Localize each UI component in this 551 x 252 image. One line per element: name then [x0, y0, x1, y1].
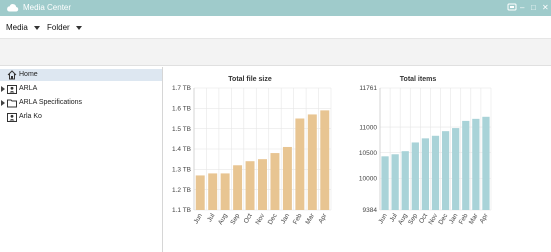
- user-folder-icon: [7, 112, 17, 122]
- x-tick-label: Feb: [292, 212, 304, 226]
- bar[interactable]: [220, 173, 230, 210]
- sidebar-item-label: Home: [19, 71, 38, 78]
- y-tick-label: 11000: [359, 124, 377, 131]
- x-tick-label: Dec: [267, 212, 279, 226]
- bar[interactable]: [270, 153, 280, 210]
- x-tick-label: Aug: [217, 212, 229, 226]
- window-title: Media Center: [23, 3, 72, 12]
- x-tick-label: Apr: [479, 212, 491, 225]
- x-tick-label: Dec: [437, 212, 449, 226]
- expand-arrow-icon[interactable]: [1, 100, 5, 106]
- toolbar: [0, 38, 551, 66]
- y-tick-label: 1.3 TB: [172, 167, 191, 174]
- bar[interactable]: [421, 138, 430, 210]
- x-tick-label: Jan: [280, 212, 291, 225]
- x-tick-label: Oct: [243, 212, 254, 224]
- x-tick-label: Feb: [458, 212, 470, 226]
- x-tick-label: Aug: [397, 212, 409, 226]
- bar[interactable]: [411, 142, 419, 210]
- chart-title: Total items: [400, 76, 437, 83]
- bar[interactable]: [295, 118, 305, 211]
- bar[interactable]: [452, 128, 460, 210]
- home-icon: [7, 70, 17, 80]
- minimize-button[interactable]: –: [520, 2, 524, 13]
- bar[interactable]: [431, 135, 440, 210]
- user-folder-icon: [7, 84, 17, 94]
- cloud-icon: [6, 3, 19, 14]
- x-tick-label: Mar: [468, 212, 480, 226]
- close-button[interactable]: ✕: [542, 2, 549, 13]
- x-tick-label: Jun: [193, 212, 204, 225]
- dashboard: Total file size 1.1 TB 1.2 TB 1.3 TB 1.4 TB…: [164, 67, 551, 252]
- bar[interactable]: [391, 154, 399, 210]
- sidebar-item-home[interactable]: Home: [0, 69, 162, 81]
- expand-arrow-icon[interactable]: [1, 86, 5, 92]
- x-tick-label: Sep: [229, 212, 241, 226]
- x-tick-label: Jun: [377, 212, 388, 225]
- x-tick-label: Nov: [254, 212, 266, 226]
- bar[interactable]: [208, 173, 218, 210]
- y-tick-label: 1.6 TB: [172, 106, 191, 113]
- bar[interactable]: [441, 131, 450, 210]
- bar[interactable]: [482, 116, 490, 210]
- sidebar-item-arla[interactable]: ARLA: [0, 83, 162, 95]
- y-tick-label: 1.7 TB: [172, 85, 191, 92]
- x-tick-label: Mar: [304, 212, 316, 226]
- total-items-chart: Total items 9384 10000 10500 11000 11761 Jun…: [359, 76, 492, 226]
- sidebar-item-label: Arla Ko: [19, 113, 42, 120]
- bar[interactable]: [307, 114, 317, 210]
- y-tick-label: 10500: [359, 150, 377, 157]
- sidebar-item-arla-specifications[interactable]: ARLA Specifications: [0, 97, 162, 109]
- sidebar-tree: Home ARLA ARLA Specifications Arla Ko: [0, 67, 163, 252]
- y-tick-label: 11761: [359, 85, 377, 92]
- x-tick-label: Nov: [427, 212, 439, 226]
- folder-icon: [7, 98, 17, 108]
- bar[interactable]: [472, 118, 480, 210]
- bar[interactable]: [401, 151, 409, 210]
- menu-media[interactable]: Media: [6, 22, 40, 33]
- maximize-button[interactable]: □: [531, 2, 536, 13]
- x-tick-label: Sep: [407, 212, 419, 226]
- chevron-down-icon: [33, 25, 40, 30]
- y-tick-label: 1.4 TB: [172, 146, 191, 153]
- y-tick-label: 9384: [363, 207, 378, 214]
- menu-media-label: Media: [6, 23, 28, 32]
- bar[interactable]: [245, 161, 255, 210]
- bar[interactable]: [195, 175, 205, 210]
- chevron-down-icon: [75, 25, 82, 30]
- bar[interactable]: [233, 165, 243, 210]
- bar[interactable]: [381, 156, 389, 210]
- file-size-chart: Total file size 1.1 TB 1.2 TB 1.3 TB 1.4 TB…: [172, 76, 332, 226]
- sidebar-item-label: ARLA Specifications: [19, 99, 83, 106]
- sidebar-item-arla-ko[interactable]: Arla Ko: [0, 111, 162, 123]
- chart-title: Total file size: [228, 76, 272, 83]
- y-tick-label: 1.2 TB: [172, 187, 191, 194]
- bar[interactable]: [282, 146, 292, 210]
- settings-icon[interactable]: [507, 2, 517, 15]
- y-tick-label: 1.5 TB: [172, 126, 191, 133]
- bar[interactable]: [258, 159, 267, 210]
- x-tick-label: Jul: [206, 212, 216, 223]
- y-tick-label: 10000: [359, 176, 377, 183]
- sidebar-item-label: ARLA: [19, 85, 38, 92]
- menu-bar: Media Folder: [0, 16, 551, 38]
- menu-folder-label: Folder: [47, 23, 70, 32]
- bar[interactable]: [462, 120, 470, 210]
- title-bar: Media Center – □ ✕: [0, 0, 551, 16]
- menu-folder[interactable]: Folder: [47, 22, 82, 33]
- y-tick-label: 1.1 TB: [172, 207, 191, 214]
- x-tick-label: Apr: [317, 212, 329, 225]
- bar[interactable]: [320, 110, 330, 210]
